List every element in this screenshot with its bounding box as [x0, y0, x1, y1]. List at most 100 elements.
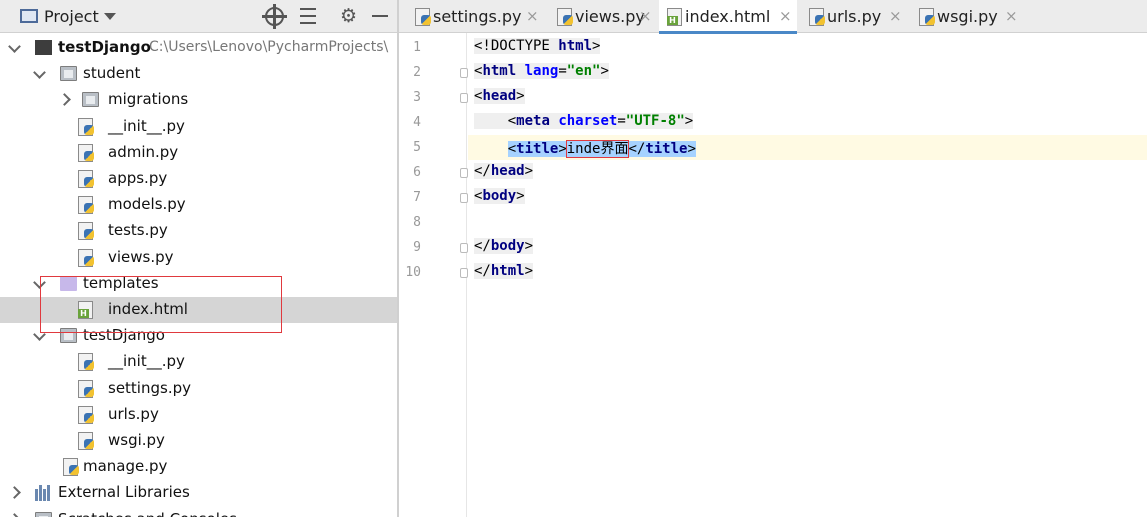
code-line[interactable]: <meta charset="UTF-8"> — [468, 110, 1147, 135]
code-line-text: <title>inde界面</title> — [474, 138, 696, 158]
tree-item[interactable]: student — [0, 61, 397, 87]
library-icon — [35, 485, 53, 502]
code-line[interactable]: <title>inde界面</title> — [468, 135, 1147, 160]
folder-icon — [60, 275, 77, 291]
code-token: html — [482, 63, 525, 79]
line-number: 10 — [405, 265, 421, 280]
code-token: > — [524, 263, 534, 279]
fold-marker-icon[interactable] — [460, 193, 468, 203]
tree-item[interactable]: migrations — [0, 87, 397, 113]
fold-marker-icon[interactable] — [460, 68, 468, 78]
tree-item-label: student — [83, 64, 141, 83]
tree-item[interactable]: testDjango C:\Users\Lenovo\PycharmProject… — [0, 35, 397, 61]
gear-icon[interactable]: ⚙ — [340, 7, 358, 26]
fold-marker-icon[interactable] — [460, 93, 468, 103]
close-icon[interactable]: × — [526, 7, 539, 25]
close-icon[interactable]: × — [639, 7, 652, 25]
tree-item[interactable]: models.py — [0, 192, 397, 218]
folder-icon — [60, 328, 77, 344]
code-line-text: <body> — [474, 188, 525, 204]
tree-item[interactable]: admin.py — [0, 140, 397, 166]
tree-item[interactable]: settings.py — [0, 376, 397, 402]
tree-item[interactable]: index.html — [0, 297, 397, 323]
tree-item[interactable]: apps.py — [0, 166, 397, 192]
tree-item[interactable]: Scratches and Consoles — [0, 507, 397, 517]
tree-item[interactable]: tests.py — [0, 218, 397, 244]
dropdown-arrow-icon[interactable] — [104, 13, 116, 20]
python-file-icon — [919, 8, 935, 26]
chevron-down-icon[interactable] — [8, 41, 20, 53]
code-token: < — [474, 113, 517, 129]
tab-label: settings.py — [433, 7, 522, 26]
tab-settings-py[interactable]: settings.py × — [407, 0, 544, 33]
editor: settings.py×views.py×index.html×urls.py×… — [399, 0, 1147, 517]
close-icon[interactable]: × — [779, 7, 792, 25]
chevron-down-icon[interactable] — [33, 329, 45, 341]
fold-marker-icon[interactable] — [460, 268, 468, 278]
locate-icon[interactable] — [262, 4, 287, 29]
tree-item[interactable]: testDjango — [0, 323, 397, 349]
code-line[interactable]: <body> — [468, 185, 1147, 210]
chevron-right-icon[interactable] — [10, 513, 22, 517]
code-line-text: </body> — [474, 238, 534, 254]
code-line[interactable] — [468, 210, 1147, 235]
code-token: > — [516, 88, 525, 104]
close-icon[interactable]: × — [1005, 7, 1018, 25]
code-line-text: <html lang="en"> — [474, 63, 609, 79]
code-line[interactable]: </head> — [468, 160, 1147, 185]
tree-item[interactable]: External Libraries — [0, 480, 397, 506]
tree-item[interactable]: manage.py — [0, 454, 397, 480]
tree-item[interactable]: wsgi.py — [0, 428, 397, 454]
tree-item[interactable]: templates — [0, 271, 397, 297]
fold-marker-icon[interactable] — [460, 168, 468, 178]
tree-item-label: Scratches and Consoles — [58, 510, 237, 517]
hide-icon[interactable] — [372, 15, 388, 17]
project-panel-title[interactable]: Project — [44, 7, 99, 26]
tree-item[interactable]: __init__.py — [0, 114, 397, 140]
title-text-highlight: inde界面 — [565, 140, 630, 158]
collapse-all-icon[interactable] — [300, 6, 316, 26]
python-file-icon — [78, 248, 94, 267]
tab-wsgi-py[interactable]: wsgi.py × — [911, 0, 1023, 33]
tab-urls-py[interactable]: urls.py × — [801, 0, 907, 33]
code-token: < — [507, 141, 517, 157]
line-number: 7 — [413, 190, 421, 205]
code-token: > — [558, 141, 567, 157]
line-number: 4 — [413, 115, 421, 130]
chevron-down-icon[interactable] — [33, 67, 45, 79]
code-line-text: </html> — [474, 263, 534, 279]
code-line[interactable]: </html> — [468, 260, 1147, 285]
chevron-right-icon[interactable] — [60, 93, 72, 105]
code-line[interactable]: </body> — [468, 235, 1147, 260]
tree-item[interactable]: urls.py — [0, 402, 397, 428]
python-file-icon — [78, 143, 94, 162]
tab-index-html[interactable]: index.html × — [659, 0, 797, 34]
line-number: 6 — [413, 165, 421, 180]
python-file-icon — [78, 117, 94, 136]
code-token: > — [524, 238, 534, 254]
chevron-right-icon[interactable] — [10, 486, 22, 498]
python-file-icon — [557, 8, 573, 26]
tab-views-py[interactable]: views.py × — [549, 0, 657, 33]
tree-item-label: templates — [83, 273, 159, 292]
code-token: html — [558, 38, 593, 54]
code-line[interactable]: <head> — [468, 85, 1147, 110]
code-line[interactable]: <!DOCTYPE html> — [468, 35, 1147, 60]
code-token: head — [482, 88, 517, 104]
line-number: 5 — [413, 140, 421, 155]
tree-item[interactable]: __init__.py — [0, 349, 397, 375]
chevron-down-icon[interactable] — [33, 277, 45, 289]
code-token: "en" — [566, 63, 601, 79]
code-token: = — [617, 113, 626, 129]
html-file-icon — [667, 8, 683, 26]
tree-item[interactable]: views.py — [0, 245, 397, 271]
tree-item-label: wsgi.py — [108, 431, 165, 449]
code-token: lang — [524, 63, 559, 79]
code-line[interactable]: <html lang="en"> — [468, 60, 1147, 85]
code-area[interactable]: <!DOCTYPE html> <html lang="en"> <head> <m… — [468, 33, 1147, 517]
fold-marker-icon[interactable] — [460, 243, 468, 253]
code-token: title — [645, 141, 688, 157]
tree-item-label: testDjango — [83, 326, 165, 345]
close-icon[interactable]: × — [889, 7, 902, 25]
